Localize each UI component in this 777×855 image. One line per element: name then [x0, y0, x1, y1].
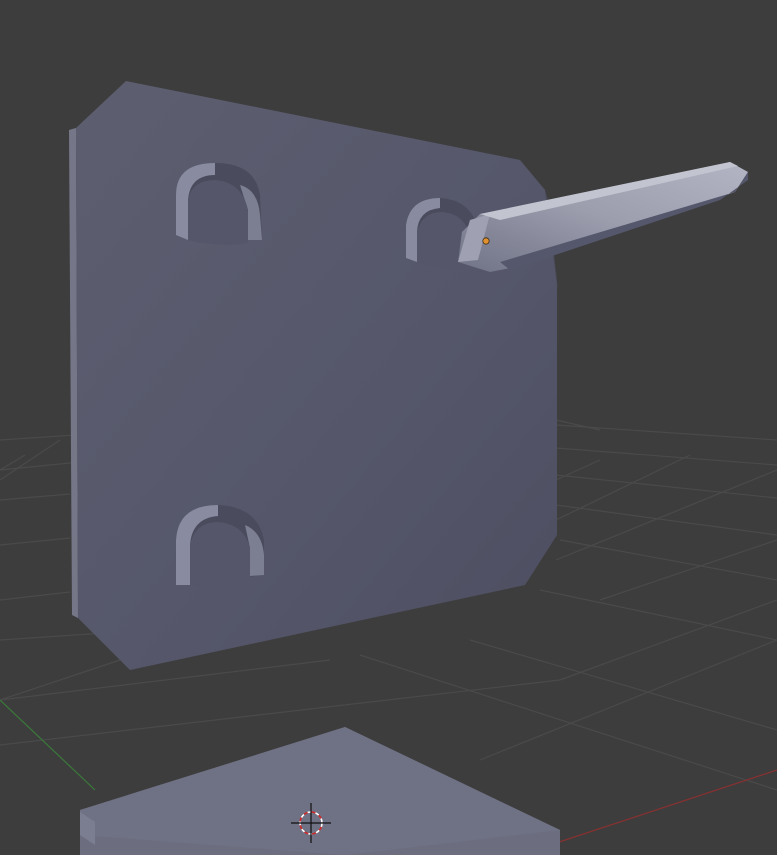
- 3d-viewport[interactable]: [0, 0, 777, 855]
- slot-top-left: [176, 163, 262, 245]
- base-plate[interactable]: [80, 727, 560, 855]
- plate-with-slots[interactable]: [69, 81, 558, 670]
- y-axis-line: [0, 699, 96, 791]
- viewport-canvas[interactable]: [0, 0, 777, 855]
- object-origin-dot[interactable]: [482, 237, 490, 245]
- slot-bottom-left: [176, 505, 264, 586]
